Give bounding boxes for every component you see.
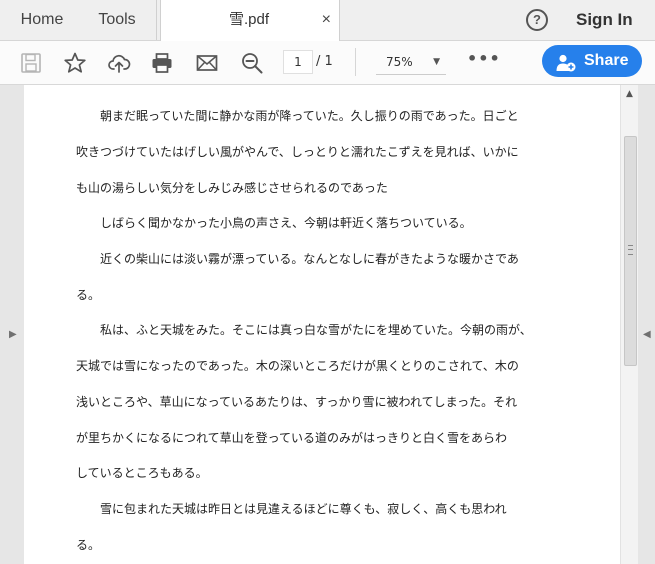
zoom-select[interactable]: 75% ▼ (376, 50, 446, 75)
document-line: も山の湯らしい気分をしみじみ感じさせられるのであった (76, 181, 388, 195)
chevron-down-icon: ▼ (433, 57, 440, 67)
more-options-icon[interactable]: ••• (467, 49, 501, 68)
toolbar: 1 / 1 75% ▼ ••• Share (0, 41, 655, 85)
scrollbar-thumb[interactable] (624, 136, 637, 366)
expand-left-panel-icon[interactable]: ▶ (9, 329, 17, 340)
upload-cloud-icon[interactable] (107, 51, 131, 75)
tab-bar: Home Tools 雪.pdf × ? Sign In (0, 0, 655, 41)
scroll-up-icon[interactable]: ▲ (626, 89, 633, 99)
right-panel-toggle-rail[interactable]: ◀ (638, 85, 655, 564)
document-line: る。 (76, 288, 101, 302)
page-total: / 1 (316, 54, 333, 69)
document-line: 雪に包まれた天城は昨日とは見違えるほどに尊くも、寂しく、高くも思われ (76, 502, 507, 516)
save-icon[interactable] (19, 51, 43, 75)
sign-in-button[interactable]: Sign In (576, 0, 633, 40)
tab-tools[interactable]: Tools (78, 0, 157, 40)
help-icon[interactable]: ? (526, 9, 548, 31)
document-line: 浅いところや、草山になっているあたりは、すっかり雪に被われてしまった。それ (76, 395, 518, 409)
close-icon[interactable]: × (322, 0, 331, 40)
document-line: る。 (76, 538, 101, 552)
share-button[interactable]: Share (542, 45, 642, 77)
add-user-icon (556, 52, 576, 72)
document-line: が里ちかくになるにつれて草山を登っている道のみがはっきりと白く雪をあらわ (76, 431, 508, 445)
document-line: しているところもある。 (76, 466, 208, 480)
mail-icon[interactable] (195, 51, 219, 75)
document-line: 朝まだ眠っていた間に静かな雨が降っていた。久し振りの雨であった。日ごと (76, 109, 519, 123)
zoom-out-icon[interactable] (240, 51, 264, 75)
document-line: しばらく聞かなかった小鳥の声さえ、今朝は軒近く落ちついている。 (76, 216, 472, 230)
zoom-value: 75% (386, 55, 413, 69)
print-icon[interactable] (150, 51, 174, 75)
left-panel-toggle-rail[interactable]: ▶ (0, 85, 24, 564)
document-line: 近くの柴山には淡い霧が漂っている。なんとなしに春がきたような暖かさであ (76, 252, 519, 266)
document-line: 私は、ふと天城をみた。そこには真っ白な雪がたにを埋めていた。今朝の雨が、 (76, 323, 532, 337)
page-number-input[interactable]: 1 (283, 50, 313, 74)
grip-icon (628, 245, 633, 255)
toolbar-divider (355, 48, 356, 76)
share-label: Share (584, 52, 629, 69)
vertical-scrollbar[interactable]: ▲ (620, 85, 639, 564)
tab-home[interactable]: Home (10, 0, 74, 40)
document-line: 吹きつづけていたはげしい風がやんで、しっとりと濡れたこずえを見れば、いかに (76, 145, 519, 159)
document-tab-title: 雪.pdf (229, 11, 270, 28)
document-line: 天城では雪になったのであった。木の深いところだけが黒くとりのこされて、木の (76, 359, 519, 373)
star-icon[interactable] (63, 51, 87, 75)
tab-document[interactable]: 雪.pdf × (160, 0, 340, 41)
expand-right-panel-icon[interactable]: ◀ (643, 329, 651, 340)
